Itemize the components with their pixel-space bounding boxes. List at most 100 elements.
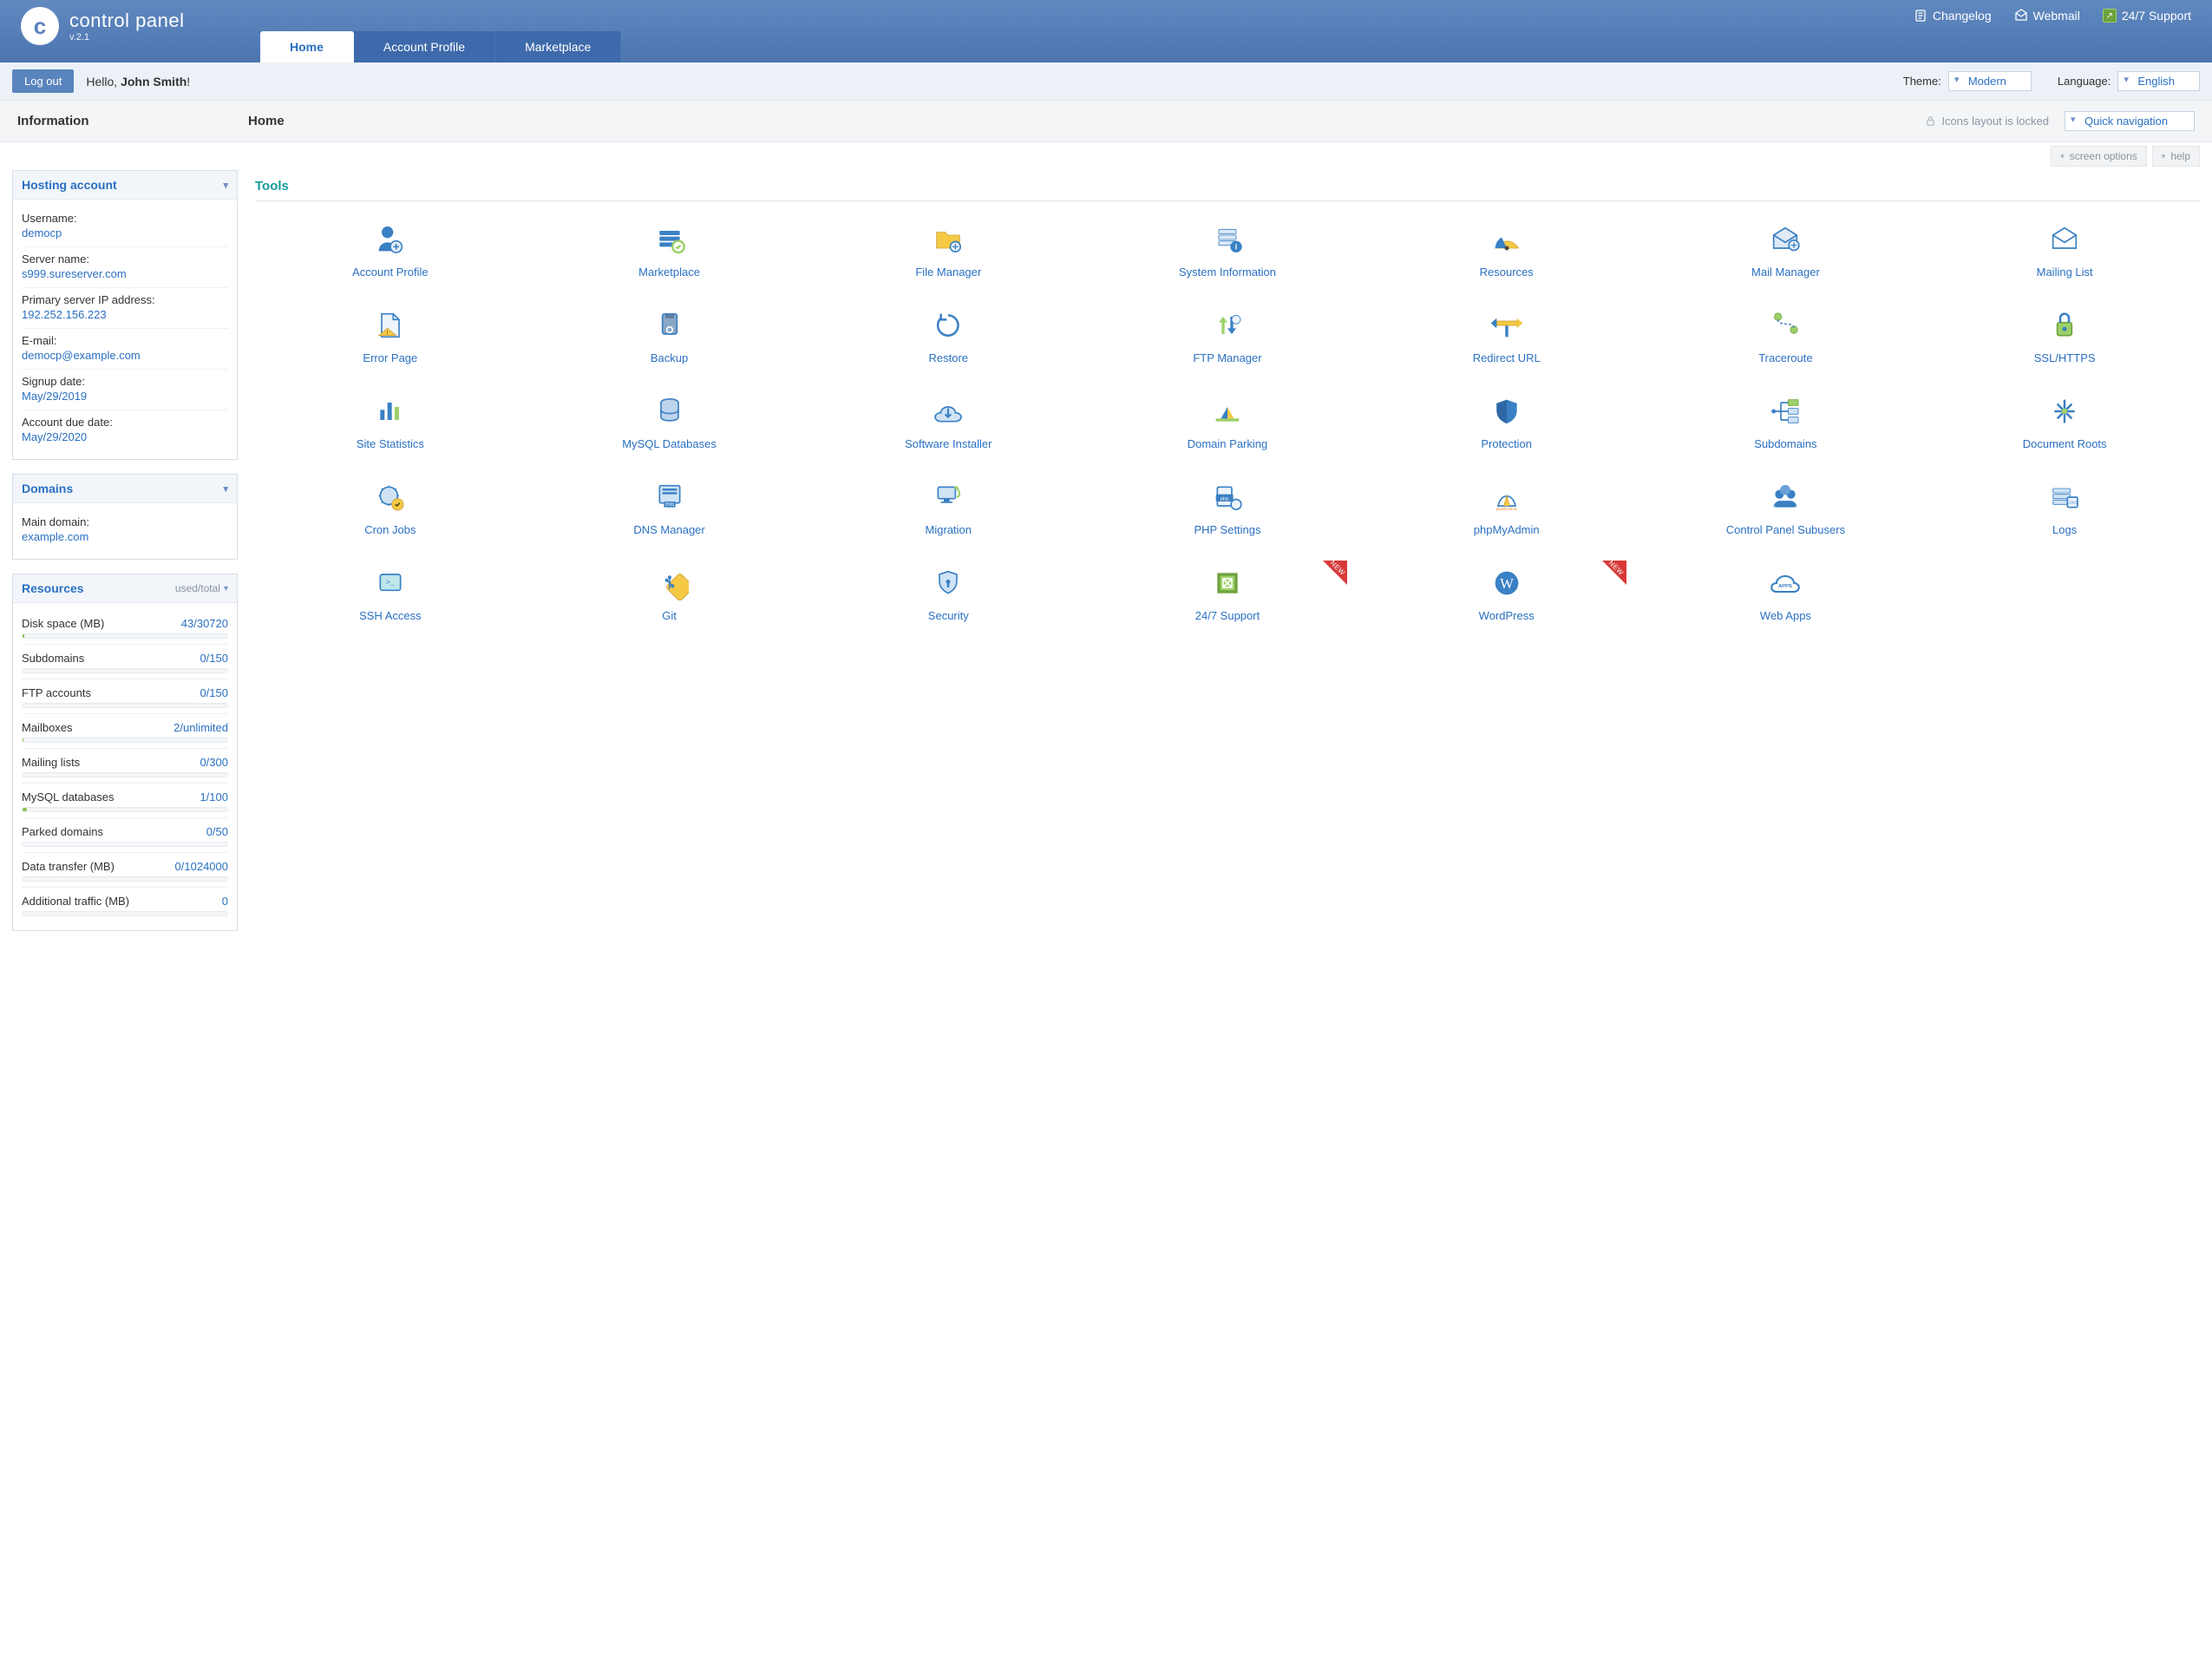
greeting: Hello, John Smith! [86,75,190,89]
brand-logo[interactable]: c control panel v.2.1 [21,7,184,45]
resources-toggle[interactable]: Resources used/total [13,574,237,603]
tool-php-settings[interactable]: php PHP Settings [1092,478,1363,538]
due-date-link[interactable]: May/29/2020 [22,430,228,443]
new-badge-icon [1323,561,1347,585]
domain-parking-icon [1096,392,1359,430]
progress-bar [22,772,228,777]
tool-label: Cron Jobs [259,523,522,538]
tool-account-profile[interactable]: Account Profile [255,220,526,280]
language-select[interactable]: English [2117,71,2200,91]
tool-subdomains[interactable]: Subdomains [1651,392,1921,452]
email-link[interactable]: democp@example.com [22,349,228,362]
resource-value-link[interactable]: 0/50 [206,825,228,838]
security-icon [816,564,1080,602]
webmail-link[interactable]: Webmail [2014,9,2080,23]
resource-value-link[interactable]: 0/150 [200,686,228,699]
username-link[interactable]: democp [22,226,228,239]
tool-label: Logs [1933,523,2196,538]
svg-text:W: W [1500,574,1514,591]
page-title: Home [248,114,285,128]
tool-resources[interactable]: Resources [1371,220,1642,280]
tool-label: Security [816,609,1080,624]
tool-security[interactable]: Security [813,564,1083,624]
tool-marketplace[interactable]: Marketplace [534,220,805,280]
hosting-account-toggle[interactable]: Hosting account▾ [13,171,237,200]
support-link[interactable]: ↗ 24/7 Support [2103,9,2191,23]
tool-logs[interactable]: LOGS Logs [1929,478,2200,538]
signup-date-link[interactable]: May/29/2019 [22,390,228,403]
tool-label: File Manager [816,266,1080,280]
tool-mailing-list[interactable]: Mailing List [1929,220,2200,280]
progress-bar [22,876,228,882]
svg-text:DNS: DNS [664,502,674,508]
quick-navigation-select[interactable]: Quick navigation [2065,111,2195,131]
chevron-down-icon: ▾ [223,483,228,495]
tool-ssl-https[interactable]: SSL/HTTPS [1929,306,2200,366]
wordpress-icon: W [1375,564,1639,602]
tool-ssh-access[interactable]: >_ SSH Access [255,564,526,624]
server-link[interactable]: s999.sureserver.com [22,267,228,280]
tab-home[interactable]: Home [260,31,354,62]
tool-traceroute[interactable]: Traceroute [1651,306,1921,366]
tool-document-roots[interactable]: Document Roots [1929,392,2200,452]
resource-value-link[interactable]: 0/300 [200,756,228,769]
tool-web-apps[interactable]: APPS Web Apps [1651,564,1921,624]
tool-support[interactable]: 24/7 Support [1092,564,1363,624]
tool-restore[interactable]: Restore [813,306,1083,366]
screen-options-button[interactable]: screen options [2051,146,2147,167]
tool-label: Software Installer [816,437,1080,452]
domains-toggle[interactable]: Domains▾ [13,475,237,503]
tool-system-information[interactable]: i System Information [1092,220,1363,280]
tool-site-statistics[interactable]: Site Statistics [255,392,526,452]
resource-value-link[interactable]: 0/150 [200,652,228,665]
theme-select[interactable]: Modern [1948,71,2032,91]
resource-value-link[interactable]: 2/unlimited [173,721,228,734]
resource-row: Subdomains0/150 [22,645,228,679]
tool-git[interactable]: Git [534,564,805,624]
tool-file-manager[interactable]: File Manager [813,220,1083,280]
svg-text:>_: >_ [386,577,395,586]
progress-bar [22,703,228,708]
tool-ftp-manager[interactable]: FTP Manager [1092,306,1363,366]
tools-grid: Account Profile Marketplace File Manager… [255,220,2200,623]
ssl-https-icon [1933,306,2196,344]
resource-value-link[interactable]: 0 [222,895,228,908]
resource-value-link[interactable]: 1/100 [200,790,228,803]
tool-mail-manager[interactable]: Mail Manager [1651,220,1921,280]
php-settings-icon: php [1096,478,1359,516]
tool-phpmyadmin[interactable]: phpMyAdmin phpMyAdmin [1371,478,1642,538]
tool-error-page[interactable]: ! Error Page [255,306,526,366]
tool-domain-parking[interactable]: Domain Parking [1092,392,1363,452]
help-button[interactable]: help [2152,146,2200,167]
tool-control-panel-subusers[interactable]: Control Panel Subusers [1651,478,1921,538]
tab-account-profile[interactable]: Account Profile [354,31,495,62]
site-statistics-icon [259,392,522,430]
ip-link[interactable]: 192.252.156.223 [22,308,228,321]
tool-label: WordPress [1375,609,1639,624]
tool-wordpress[interactable]: W WordPress [1371,564,1642,624]
tool-dns-manager[interactable]: DNS DNS Manager [534,478,805,538]
lock-icon [1925,115,1936,127]
dns-manager-icon: DNS [538,478,802,516]
tool-protection[interactable]: Protection [1371,392,1642,452]
tool-redirect-url[interactable]: Redirect URL [1371,306,1642,366]
software-installer-icon [816,392,1080,430]
tab-marketplace[interactable]: Marketplace [495,31,621,62]
hosting-account-card: Hosting account▾ Username:democp Server … [12,170,238,460]
tool-label: Git [538,609,802,624]
changelog-link[interactable]: Changelog [1914,9,1992,23]
tool-software-installer[interactable]: Software Installer [813,392,1083,452]
resource-row: Mailboxes2/unlimited [22,714,228,749]
tool-label: Subdomains [1654,437,1918,452]
tool-backup[interactable]: Backup [534,306,805,366]
system-information-icon: i [1096,220,1359,259]
resource-value-link[interactable]: 0/1024000 [175,860,228,873]
main-domain-link[interactable]: example.com [22,530,228,543]
restore-icon [816,306,1080,344]
tool-mysql-databases[interactable]: MySQL Databases [534,392,805,452]
tool-migration[interactable]: Migration [813,478,1083,538]
tool-cron-jobs[interactable]: Cron Jobs [255,478,526,538]
progress-bar [22,842,228,847]
logout-button[interactable]: Log out [12,69,74,93]
resource-value-link[interactable]: 43/30720 [181,617,228,630]
